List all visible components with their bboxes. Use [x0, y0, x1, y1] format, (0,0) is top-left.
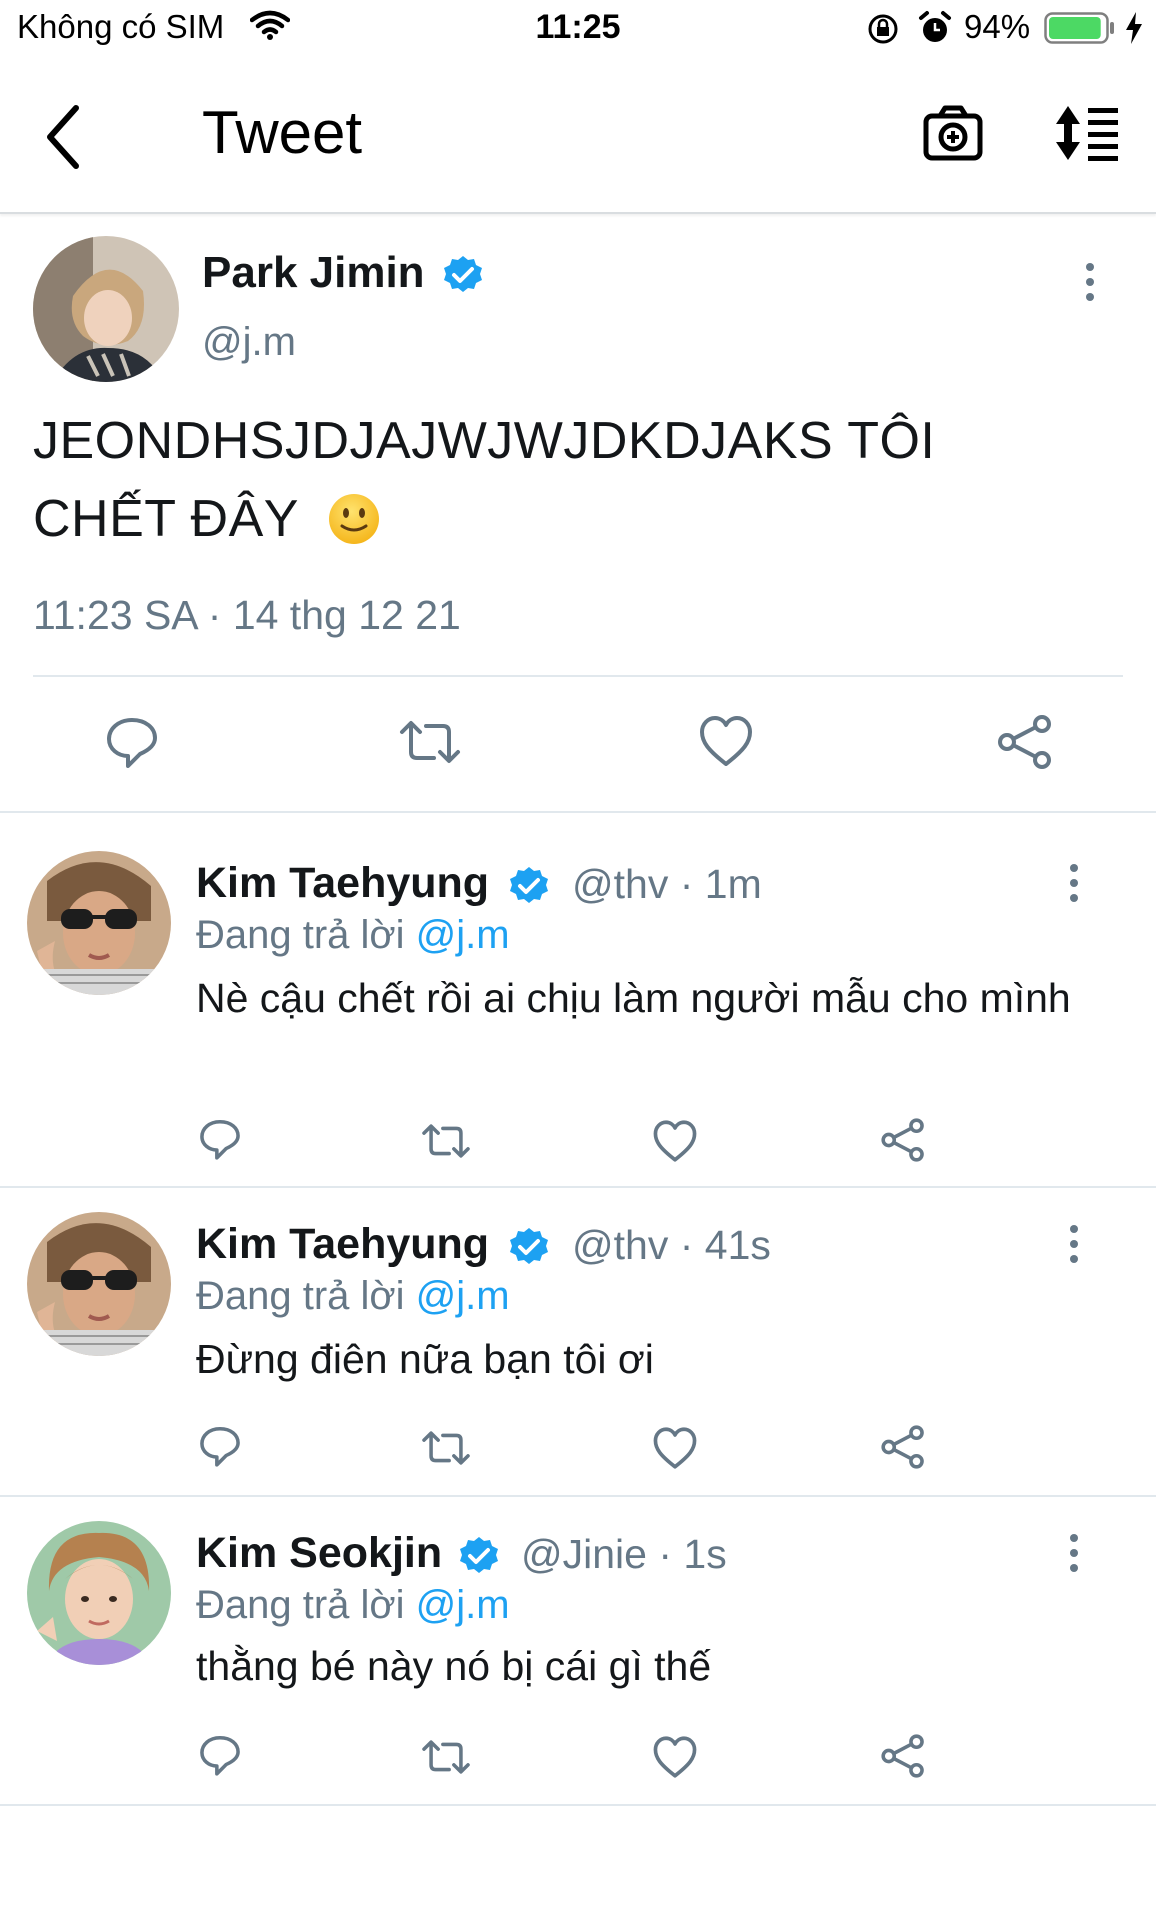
like-icon[interactable] [652, 1119, 698, 1163]
more-options-icon[interactable] [1068, 1533, 1080, 1573]
camera-plus-icon[interactable] [922, 104, 984, 162]
author-handle[interactable]: @j.m [202, 320, 296, 365]
tweet-timestamp[interactable]: 11:23 SA · 14 thg 12 21 [33, 592, 461, 639]
avatar[interactable] [27, 1212, 171, 1356]
divider [0, 1186, 1156, 1188]
divider [0, 1495, 1156, 1497]
replying-to: Đang trả lời @j.m [196, 1583, 510, 1627]
divider [0, 811, 1156, 813]
tweet-text-line: CHẾT ĐÂY [33, 490, 299, 548]
tweet-text-line: JEONDHSJDJAJWJWJDKDJAKS TÔI [33, 412, 936, 470]
replying-to: Đang trả lời @j.m [196, 913, 510, 957]
author-name[interactable]: Kim Taehyung [196, 1220, 489, 1269]
tweet-text: JEONDHSJDJAJWJWJDKDJAKS TÔI CHẾT ĐÂY 🙂 [33, 402, 1033, 558]
author-handle-and-time: @Jinie · 1s [521, 1531, 727, 1577]
reply-icon[interactable] [198, 1733, 242, 1777]
avatar[interactable] [33, 236, 179, 382]
verified-badge-icon [460, 1537, 498, 1573]
back-button[interactable] [40, 102, 86, 172]
reply-text: thằng bé này nó bị cái gì thế [196, 1643, 712, 1689]
divider [0, 1804, 1156, 1806]
author-name[interactable]: Park Jimin [202, 248, 425, 298]
share-icon[interactable] [880, 1733, 926, 1779]
navigation-bar: Tweet [0, 60, 1156, 214]
divider [33, 675, 1123, 677]
battery-icon [1044, 12, 1114, 44]
avatar[interactable] [27, 1521, 171, 1665]
more-options-icon[interactable] [1068, 1224, 1080, 1264]
retweet-icon[interactable] [398, 714, 462, 770]
page-title: Tweet [202, 99, 363, 166]
retweet-icon[interactable] [420, 1119, 472, 1163]
avatar[interactable] [27, 851, 171, 995]
battery-percent: 94% [964, 8, 1031, 45]
slightly-smiling-face-icon [329, 494, 379, 544]
status-bar: Không có SIM 11:25 94% [0, 0, 1156, 60]
mention-link[interactable]: @j.m [416, 913, 510, 957]
share-icon[interactable] [880, 1424, 926, 1470]
rotation-lock-icon [868, 14, 898, 44]
like-icon[interactable] [698, 714, 754, 768]
mention-link[interactable]: @j.m [416, 1583, 510, 1627]
reply-icon[interactable] [104, 714, 160, 770]
alarm-icon [919, 11, 951, 42]
reply-icon[interactable] [198, 1117, 242, 1161]
retweet-icon[interactable] [420, 1735, 472, 1779]
replying-to: Đang trả lời @j.m [196, 1274, 510, 1318]
verified-badge-icon [510, 1228, 548, 1264]
author-name[interactable]: Kim Seokjin [196, 1529, 442, 1578]
author-handle-and-time: @thv · 1m [572, 861, 762, 907]
like-icon[interactable] [652, 1735, 698, 1779]
sort-list-icon[interactable] [1052, 104, 1122, 162]
reply-text: Nè cậu chết rồi ai chịu làm người mẫu ch… [196, 975, 1071, 1021]
emoji-text: 🙂 [381, 480, 382, 481]
more-options-icon[interactable] [1084, 262, 1096, 302]
author-name[interactable]: Kim Taehyung [196, 859, 489, 908]
mention-link[interactable]: @j.m [416, 1274, 510, 1318]
author-handle-and-time: @thv · 41s [572, 1222, 771, 1268]
more-options-icon[interactable] [1068, 863, 1080, 903]
share-icon[interactable] [880, 1117, 926, 1163]
share-icon[interactable] [996, 714, 1054, 770]
charging-icon [1126, 12, 1142, 44]
verified-badge-icon [444, 256, 482, 292]
retweet-icon[interactable] [420, 1426, 472, 1470]
like-icon[interactable] [652, 1426, 698, 1470]
reply-icon[interactable] [198, 1424, 242, 1468]
reply-text: Đừng điên nữa bạn tôi ơi [196, 1336, 654, 1382]
verified-badge-icon [510, 867, 548, 903]
